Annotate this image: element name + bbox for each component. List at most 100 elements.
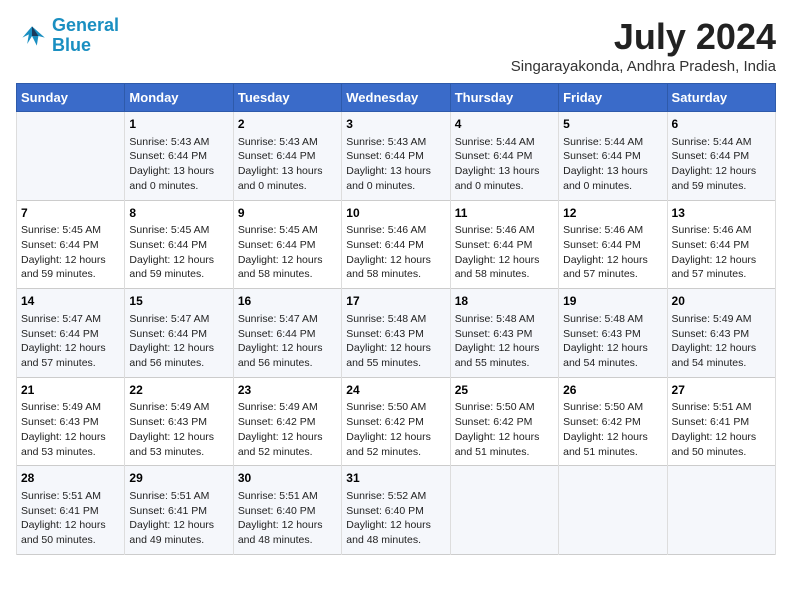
title-area: July 2024 Singarayakonda, Andhra Pradesh… (511, 16, 776, 75)
cell-2-2: 8Sunrise: 5:45 AMSunset: 6:44 PMDaylight… (125, 200, 233, 289)
sunrise-text: Sunrise: 5:47 AM (129, 312, 228, 327)
sunset-text: Sunset: 6:41 PM (21, 504, 120, 519)
sunrise-text: Sunrise: 5:46 AM (563, 223, 662, 238)
logo-text: General Blue (52, 16, 119, 56)
calendar-body: 1Sunrise: 5:43 AMSunset: 6:44 PMDaylight… (17, 112, 776, 555)
daylight-text: Daylight: 12 hours and 53 minutes. (129, 430, 228, 459)
daylight-text: Daylight: 12 hours and 59 minutes. (672, 164, 771, 193)
daylight-text: Daylight: 12 hours and 58 minutes. (455, 253, 554, 282)
daylight-text: Daylight: 12 hours and 58 minutes. (346, 253, 445, 282)
daylight-text: Daylight: 12 hours and 52 minutes. (238, 430, 337, 459)
cell-2-7: 13Sunrise: 5:46 AMSunset: 6:44 PMDayligh… (667, 200, 775, 289)
cell-1-7: 6Sunrise: 5:44 AMSunset: 6:44 PMDaylight… (667, 112, 775, 201)
day-number: 30 (238, 470, 337, 487)
cell-1-1 (17, 112, 125, 201)
sunset-text: Sunset: 6:44 PM (672, 238, 771, 253)
sunset-text: Sunset: 6:43 PM (21, 415, 120, 430)
col-header-friday: Friday (559, 84, 667, 112)
sunrise-text: Sunrise: 5:45 AM (238, 223, 337, 238)
daylight-text: Daylight: 13 hours and 0 minutes. (129, 164, 228, 193)
cell-5-4: 31Sunrise: 5:52 AMSunset: 6:40 PMDayligh… (342, 466, 450, 555)
daylight-text: Daylight: 12 hours and 50 minutes. (21, 518, 120, 547)
day-number: 8 (129, 205, 228, 222)
sunset-text: Sunset: 6:44 PM (129, 327, 228, 342)
col-header-saturday: Saturday (667, 84, 775, 112)
daylight-text: Daylight: 12 hours and 50 minutes. (672, 430, 771, 459)
sunrise-text: Sunrise: 5:46 AM (672, 223, 771, 238)
cell-3-1: 14Sunrise: 5:47 AMSunset: 6:44 PMDayligh… (17, 289, 125, 378)
day-number: 19 (563, 293, 662, 310)
sunset-text: Sunset: 6:42 PM (563, 415, 662, 430)
sunrise-text: Sunrise: 5:44 AM (455, 135, 554, 150)
cell-5-2: 29Sunrise: 5:51 AMSunset: 6:41 PMDayligh… (125, 466, 233, 555)
sunset-text: Sunset: 6:40 PM (346, 504, 445, 519)
cell-5-5 (450, 466, 558, 555)
day-number: 2 (238, 116, 337, 133)
day-number: 29 (129, 470, 228, 487)
cell-3-5: 18Sunrise: 5:48 AMSunset: 6:43 PMDayligh… (450, 289, 558, 378)
week-row-2: 7Sunrise: 5:45 AMSunset: 6:44 PMDaylight… (17, 200, 776, 289)
sunrise-text: Sunrise: 5:51 AM (672, 400, 771, 415)
sunset-text: Sunset: 6:44 PM (129, 238, 228, 253)
daylight-text: Daylight: 12 hours and 54 minutes. (672, 341, 771, 370)
cell-5-6 (559, 466, 667, 555)
col-header-monday: Monday (125, 84, 233, 112)
sunset-text: Sunset: 6:43 PM (346, 327, 445, 342)
day-number: 17 (346, 293, 445, 310)
logo: General Blue (16, 16, 119, 56)
sunset-text: Sunset: 6:43 PM (672, 327, 771, 342)
month-title: July 2024 (511, 16, 776, 58)
day-number: 13 (672, 205, 771, 222)
sunrise-text: Sunrise: 5:51 AM (21, 489, 120, 504)
sunrise-text: Sunrise: 5:49 AM (672, 312, 771, 327)
sunrise-text: Sunrise: 5:48 AM (346, 312, 445, 327)
day-number: 20 (672, 293, 771, 310)
sunrise-text: Sunrise: 5:43 AM (238, 135, 337, 150)
daylight-text: Daylight: 12 hours and 55 minutes. (455, 341, 554, 370)
day-number: 7 (21, 205, 120, 222)
sunset-text: Sunset: 6:44 PM (346, 149, 445, 164)
cell-4-3: 23Sunrise: 5:49 AMSunset: 6:42 PMDayligh… (233, 377, 341, 466)
day-number: 11 (455, 205, 554, 222)
daylight-text: Daylight: 12 hours and 54 minutes. (563, 341, 662, 370)
sunrise-text: Sunrise: 5:46 AM (346, 223, 445, 238)
sunrise-text: Sunrise: 5:49 AM (21, 400, 120, 415)
cell-5-7 (667, 466, 775, 555)
sunset-text: Sunset: 6:44 PM (455, 238, 554, 253)
sunset-text: Sunset: 6:44 PM (563, 149, 662, 164)
day-number: 27 (672, 382, 771, 399)
day-number: 1 (129, 116, 228, 133)
sunrise-text: Sunrise: 5:51 AM (129, 489, 228, 504)
sunset-text: Sunset: 6:44 PM (346, 238, 445, 253)
sunset-text: Sunset: 6:44 PM (129, 149, 228, 164)
calendar-header-row: SundayMondayTuesdayWednesdayThursdayFrid… (17, 84, 776, 112)
daylight-text: Daylight: 12 hours and 57 minutes. (21, 341, 120, 370)
calendar-table: SundayMondayTuesdayWednesdayThursdayFrid… (16, 83, 776, 555)
sunrise-text: Sunrise: 5:49 AM (129, 400, 228, 415)
daylight-text: Daylight: 13 hours and 0 minutes. (563, 164, 662, 193)
sunrise-text: Sunrise: 5:47 AM (21, 312, 120, 327)
logo-icon (16, 20, 48, 52)
cell-1-6: 5Sunrise: 5:44 AMSunset: 6:44 PMDaylight… (559, 112, 667, 201)
sunrise-text: Sunrise: 5:51 AM (238, 489, 337, 504)
sunset-text: Sunset: 6:44 PM (21, 327, 120, 342)
day-number: 9 (238, 205, 337, 222)
col-header-thursday: Thursday (450, 84, 558, 112)
sunset-text: Sunset: 6:42 PM (238, 415, 337, 430)
week-row-5: 28Sunrise: 5:51 AMSunset: 6:41 PMDayligh… (17, 466, 776, 555)
daylight-text: Daylight: 12 hours and 51 minutes. (563, 430, 662, 459)
sunset-text: Sunset: 6:44 PM (21, 238, 120, 253)
day-number: 15 (129, 293, 228, 310)
sunset-text: Sunset: 6:44 PM (672, 149, 771, 164)
daylight-text: Daylight: 12 hours and 55 minutes. (346, 341, 445, 370)
cell-4-1: 21Sunrise: 5:49 AMSunset: 6:43 PMDayligh… (17, 377, 125, 466)
cell-4-4: 24Sunrise: 5:50 AMSunset: 6:42 PMDayligh… (342, 377, 450, 466)
week-row-3: 14Sunrise: 5:47 AMSunset: 6:44 PMDayligh… (17, 289, 776, 378)
daylight-text: Daylight: 12 hours and 56 minutes. (238, 341, 337, 370)
page-header: General Blue July 2024 Singarayakonda, A… (16, 16, 776, 75)
sunset-text: Sunset: 6:43 PM (129, 415, 228, 430)
cell-5-3: 30Sunrise: 5:51 AMSunset: 6:40 PMDayligh… (233, 466, 341, 555)
sunrise-text: Sunrise: 5:44 AM (563, 135, 662, 150)
daylight-text: Daylight: 12 hours and 53 minutes. (21, 430, 120, 459)
sunset-text: Sunset: 6:41 PM (129, 504, 228, 519)
